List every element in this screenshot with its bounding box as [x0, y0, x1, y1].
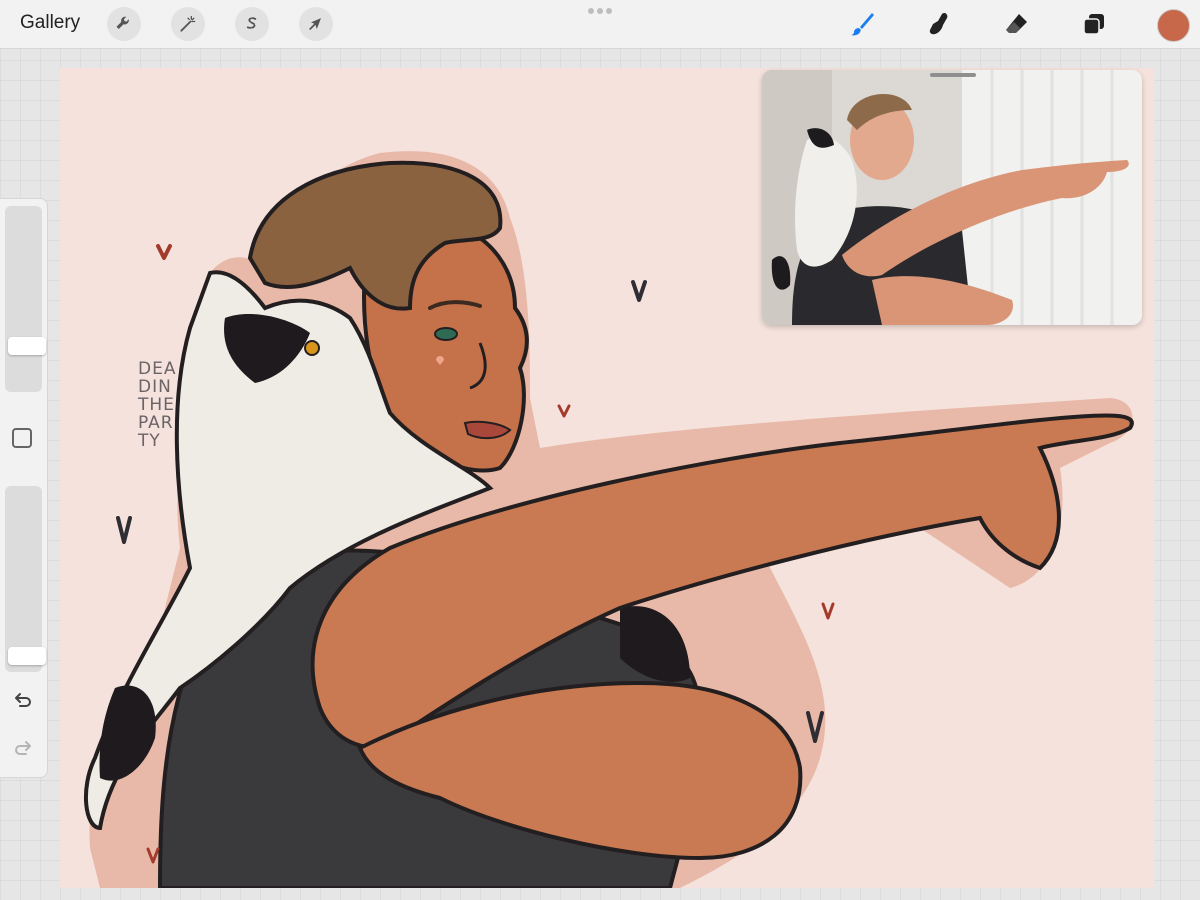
modify-button[interactable]: [12, 428, 32, 448]
current-color-swatch[interactable]: [1157, 9, 1190, 42]
left-sidebar: [0, 198, 48, 778]
reference-photo: [762, 70, 1142, 325]
signature-line: THE: [138, 395, 175, 415]
arrow-cursor-icon[interactable]: [299, 7, 333, 41]
artist-signature: DEA DIN THE PAR TY: [138, 360, 188, 450]
brush-size-slider[interactable]: [5, 206, 46, 392]
opacity-slider-thumb[interactable]: [8, 647, 46, 665]
toolbar-grabber[interactable]: [588, 8, 614, 14]
redo-icon[interactable]: [12, 738, 34, 760]
reference-photo-window[interactable]: [762, 70, 1142, 325]
brush-icon[interactable]: [846, 8, 878, 40]
selection-s-icon[interactable]: [235, 7, 269, 41]
layers-icon[interactable]: [1078, 8, 1110, 40]
signature-line: DEA: [138, 359, 177, 379]
gallery-button[interactable]: Gallery: [20, 12, 80, 34]
wrench-icon[interactable]: [107, 7, 141, 41]
reference-window-grabber[interactable]: [930, 73, 976, 77]
brush-size-slider-thumb[interactable]: [8, 337, 46, 355]
signature-line: PAR: [138, 413, 174, 433]
magic-wand-icon[interactable]: [171, 7, 205, 41]
signature-line: DIN: [138, 377, 172, 397]
top-toolbar: Gallery: [0, 0, 1200, 49]
smudge-finger-icon[interactable]: [923, 8, 955, 40]
undo-icon[interactable]: [12, 690, 34, 712]
opacity-slider[interactable]: [5, 486, 46, 672]
signature-line: TY: [138, 431, 161, 451]
eraser-icon[interactable]: [1000, 8, 1032, 40]
